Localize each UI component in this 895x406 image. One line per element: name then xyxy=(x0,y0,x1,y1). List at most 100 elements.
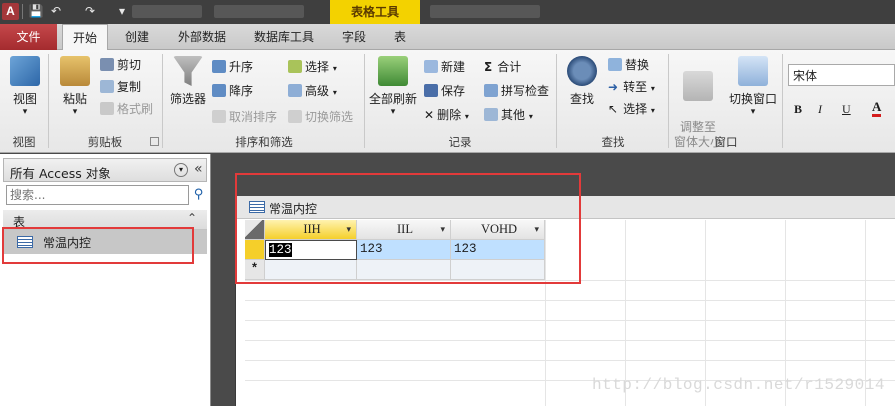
delete-record-button[interactable]: ✕ 删除 ▾ xyxy=(424,106,469,124)
paintbrush-icon xyxy=(100,102,114,115)
save-record-button[interactable]: 保存 xyxy=(424,82,465,100)
sort-descending-button[interactable]: 降序 xyxy=(212,82,253,100)
tab-file[interactable]: 文件 xyxy=(0,24,57,50)
nav-pane-title: 所有 Access 对象 xyxy=(10,166,111,181)
group-separator xyxy=(556,54,557,148)
font-color-button[interactable]: A xyxy=(872,100,882,117)
copy-button[interactable]: 复制 xyxy=(100,78,141,96)
binoculars-icon xyxy=(567,56,597,86)
more-records-button[interactable]: 其他 ▾ xyxy=(484,106,533,124)
watermark: http://blog.csdn.net/r1529014 xyxy=(592,376,885,394)
group-label-clipboard: 剪贴板 xyxy=(87,135,123,149)
copy-icon xyxy=(100,80,114,93)
totals-button[interactable]: Σ 合计 xyxy=(484,58,521,76)
funnel-icon xyxy=(173,56,203,86)
clipboard-launcher-icon[interactable] xyxy=(150,137,159,146)
group-separator xyxy=(48,54,49,148)
nav-pane-header[interactable]: 所有 Access 对象 ▾ « xyxy=(3,158,207,182)
ribbon: 视图 ▾ 视图 粘贴 ▾ 剪切 复制 格式刷 剪贴板 筛选器 升序 降序 取消排… xyxy=(0,50,895,153)
filter-button[interactable]: 筛选器 xyxy=(166,56,210,107)
tab-create[interactable]: 创建 xyxy=(114,24,160,50)
group-separator xyxy=(668,54,669,148)
new-record-icon xyxy=(424,60,438,73)
window-title-blurred xyxy=(132,5,202,18)
view-icon xyxy=(10,56,40,86)
table-tools-context-label: 表格工具 xyxy=(330,0,420,54)
chevron-up-icon[interactable]: ⌃ xyxy=(187,211,197,225)
title-bar: A 💾 ↶ ↷ ▾ 表格工具 xyxy=(0,0,895,54)
advanced-filter-icon xyxy=(288,84,302,97)
tab-database-tools[interactable]: 数据库工具 xyxy=(246,24,322,50)
annotation-box xyxy=(235,173,581,284)
customize-qat-icon[interactable]: ▾ xyxy=(114,3,130,19)
selection-filter-button[interactable]: 选择 ▾ xyxy=(288,58,337,76)
window-title-blurred xyxy=(214,5,304,18)
group-label-records: 记录 xyxy=(448,135,472,149)
paste-icon xyxy=(60,56,90,86)
paste-button[interactable]: 粘贴 ▾ xyxy=(56,56,94,117)
tab-home[interactable]: 开始 xyxy=(62,24,108,51)
cursor-icon: ↖ xyxy=(608,102,619,116)
group-separator xyxy=(364,54,365,148)
find-button[interactable]: 查找 xyxy=(562,56,602,107)
bold-button[interactable]: B xyxy=(794,102,802,117)
grid-line xyxy=(245,320,895,321)
spelling-button[interactable]: 拼写检查 xyxy=(484,82,549,100)
refresh-all-button[interactable]: 全部刷新 ▾ xyxy=(368,56,418,117)
grid-line xyxy=(245,360,895,361)
select-button[interactable]: ↖ 选择 ▾ xyxy=(608,100,655,118)
tab-table[interactable]: 表 xyxy=(384,24,416,50)
cut-button[interactable]: 剪切 xyxy=(100,56,141,74)
toggle-filter-icon xyxy=(288,110,302,123)
underline-button[interactable]: U xyxy=(842,102,851,117)
spelling-icon xyxy=(484,84,498,97)
tab-external-data[interactable]: 外部数据 xyxy=(170,24,234,50)
goto-button[interactable]: ➜ 转至 ▾ xyxy=(608,78,655,96)
switch-windows-button[interactable]: 切换窗口 ▾ xyxy=(726,56,780,117)
replace-icon xyxy=(608,58,622,71)
new-record-button[interactable]: 新建 xyxy=(424,58,465,76)
sigma-icon: Σ xyxy=(484,60,493,74)
navigation-pane: 所有 Access 对象 ▾ « ⚲ 表 ⌃ 常温内控 xyxy=(0,154,211,406)
scissors-icon xyxy=(100,58,114,71)
group-separator xyxy=(782,54,783,148)
grid-line xyxy=(245,300,895,301)
advanced-filter-button[interactable]: 高级 ▾ xyxy=(288,82,337,100)
save-icon xyxy=(424,84,438,97)
font-name-select[interactable]: 宋体 xyxy=(788,64,895,86)
remove-sort-button[interactable]: 取消排序 xyxy=(212,108,277,126)
sort-ascending-icon xyxy=(212,60,226,73)
search-icon[interactable]: ⚲ xyxy=(190,186,207,204)
arrow-right-icon: ➜ xyxy=(608,80,619,94)
group-label-sort-filter: 排序和筛选 xyxy=(235,135,293,149)
undo-icon[interactable]: ↶ xyxy=(48,3,64,19)
sort-descending-icon xyxy=(212,84,226,97)
selection-filter-icon xyxy=(288,60,302,73)
more-icon xyxy=(484,108,498,121)
access-app-icon[interactable]: A xyxy=(2,3,19,20)
replace-button[interactable]: 替换 xyxy=(608,56,649,74)
group-label-window: 窗口 xyxy=(714,135,738,149)
nav-menu-dropdown-icon[interactable]: ▾ xyxy=(174,163,188,177)
group-separator xyxy=(162,54,163,148)
qat-separator xyxy=(22,4,23,19)
delete-x-icon: ✕ xyxy=(424,108,435,122)
refresh-icon xyxy=(378,56,408,86)
sort-ascending-button[interactable]: 升序 xyxy=(212,58,253,76)
tab-fields[interactable]: 字段 xyxy=(334,24,374,50)
nav-search-input[interactable] xyxy=(6,185,189,205)
annotation-box xyxy=(2,227,194,264)
size-to-fit-icon xyxy=(683,71,713,101)
toggle-filter-button[interactable]: 切换筛选 xyxy=(288,108,353,126)
format-painter-button[interactable]: 格式刷 xyxy=(100,100,153,118)
grid-line xyxy=(245,340,895,341)
save-icon[interactable]: 💾 xyxy=(28,3,44,19)
collapse-pane-icon[interactable]: « xyxy=(194,161,203,177)
group-label-find: 查找 xyxy=(601,135,625,149)
switch-windows-icon xyxy=(738,56,768,86)
view-button[interactable]: 视图 ▾ xyxy=(6,56,44,117)
italic-button[interactable]: I xyxy=(818,102,822,117)
window-title-blurred xyxy=(430,5,540,18)
redo-icon[interactable]: ↷ xyxy=(82,3,98,19)
group-label-view: 视图 xyxy=(12,135,36,149)
